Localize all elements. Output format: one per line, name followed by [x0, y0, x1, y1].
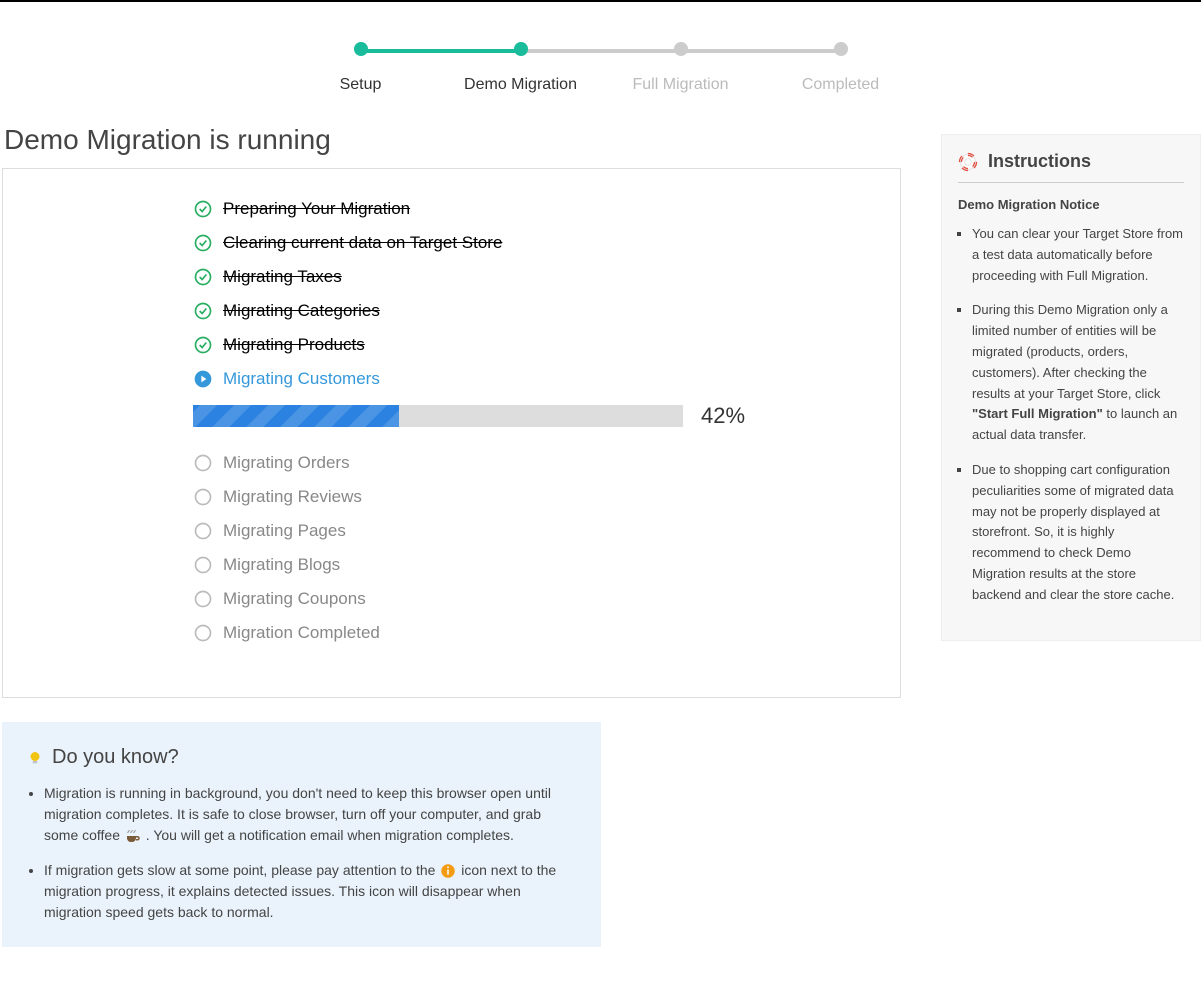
stepper-step: Setup [281, 42, 441, 94]
migration-step: Migrating Taxes [193, 267, 900, 287]
migration-step-label: Migrating Reviews [223, 487, 362, 507]
migration-step-label: Migrating Customers [223, 369, 380, 389]
instruction-item: You can clear your Target Store from a t… [972, 224, 1184, 286]
migration-step: Migrating Pages [193, 521, 900, 541]
progress-percent: 42% [701, 403, 745, 429]
instruction-item: Due to shopping cart configuration pecul… [972, 460, 1184, 606]
migration-step: Migration Completed [193, 623, 900, 643]
coffee-icon [124, 827, 142, 845]
stepper-dot [834, 42, 848, 56]
migration-step: Migrating Customers [193, 369, 900, 389]
migration-step-label: Clearing current data on Target Store [223, 233, 502, 253]
migration-step: Migrating Categories [193, 301, 900, 321]
stepper-dot [354, 42, 368, 56]
migration-step: Preparing Your Migration [193, 199, 900, 219]
empty-circle-icon [193, 623, 213, 643]
tips-title: Do you know? [26, 746, 577, 769]
info-icon [439, 862, 457, 880]
instruction-item: During this Demo Migration only a limite… [972, 300, 1184, 446]
stepper-dot [514, 42, 528, 56]
migration-step-label: Migrating Orders [223, 453, 350, 473]
empty-circle-icon [193, 521, 213, 541]
stepper-step: Completed [761, 42, 921, 94]
migration-step: Migrating Products [193, 335, 900, 355]
migration-step-label: Migration Completed [223, 623, 380, 643]
migration-step: Migrating Reviews [193, 487, 900, 507]
lightbulb-icon [26, 749, 44, 767]
stepper-step: Demo Migration [441, 42, 601, 94]
instructions-subtitle: Demo Migration Notice [958, 197, 1184, 212]
migration-step: Migrating Blogs [193, 555, 900, 575]
stepper-label: Completed [802, 76, 879, 94]
instructions-panel: Instructions Demo Migration Notice You c… [941, 134, 1201, 641]
migration-step-label: Migrating Blogs [223, 555, 340, 575]
check-circle-icon [193, 267, 213, 287]
stepper-label: Full Migration [632, 76, 728, 94]
empty-circle-icon [193, 555, 213, 575]
empty-circle-icon [193, 589, 213, 609]
migration-step-label: Preparing Your Migration [223, 199, 410, 219]
empty-circle-icon [193, 487, 213, 507]
stepper-label: Demo Migration [464, 76, 577, 94]
stepper: Setup Demo Migration Full Migration Complet… [0, 42, 1201, 94]
tip-item: Migration is running in background, you … [44, 783, 577, 846]
migration-step-label: Migrating Coupons [223, 589, 366, 609]
progress-bar: 42% [193, 403, 900, 429]
migration-step-label: Migrating Pages [223, 521, 346, 541]
stepper-step: Full Migration [601, 42, 761, 94]
instructions-title: Instructions [958, 151, 1184, 183]
check-circle-icon [193, 301, 213, 321]
migration-step-label: Migrating Taxes [223, 267, 342, 287]
play-circle-icon [193, 369, 213, 389]
check-circle-icon [193, 199, 213, 219]
stepper-dot [674, 42, 688, 56]
check-circle-icon [193, 233, 213, 253]
tip-item: If migration gets slow at some point, pl… [44, 860, 577, 923]
migration-step: Migrating Coupons [193, 589, 900, 609]
tips-panel: Do you know? Migration is running in bac… [2, 722, 601, 947]
stepper-label: Setup [340, 76, 382, 94]
migration-step: Clearing current data on Target Store [193, 233, 900, 253]
lifering-icon [958, 152, 978, 172]
migration-step: Migrating Orders [193, 453, 900, 473]
page-title: Demo Migration is running [4, 124, 901, 156]
migration-panel: Preparing Your Migration Clearing current… [2, 168, 901, 698]
migration-step-label: Migrating Products [223, 335, 365, 355]
empty-circle-icon [193, 453, 213, 473]
migration-step-label: Migrating Categories [223, 301, 380, 321]
check-circle-icon [193, 335, 213, 355]
